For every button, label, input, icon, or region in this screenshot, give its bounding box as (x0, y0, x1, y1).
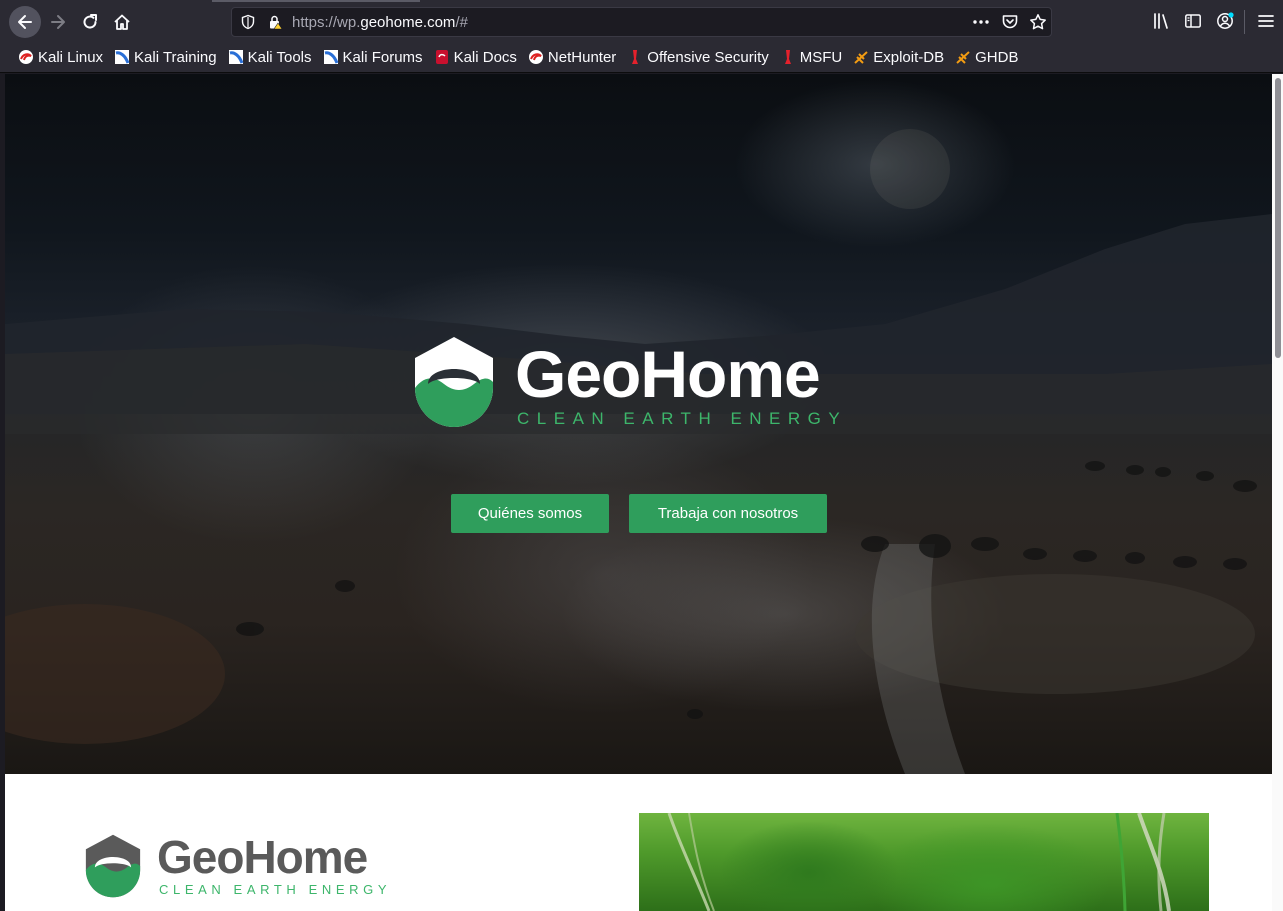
kali-docs-icon (435, 50, 448, 64)
bookmark-kali-tools[interactable]: Kali Tools (224, 45, 316, 69)
pocket-icon[interactable] (1001, 13, 1019, 31)
browser-toolbar: https://wp.geohome.com/# (0, 0, 1283, 42)
hero-tagline: CLEAN EARTH ENERGY (517, 409, 848, 428)
bookmark-nethunter[interactable]: NetHunter (524, 45, 620, 69)
hero-brand-name: GeoHome (515, 337, 821, 411)
url-scheme: https://wp. (292, 14, 361, 31)
page-actions-more-icon[interactable] (972, 14, 990, 30)
back-button[interactable] (9, 6, 41, 38)
tracking-shield-icon[interactable] (240, 14, 256, 30)
section-tagline: CLEAN EARTH ENERGY (159, 882, 392, 897)
page-scrollbar[interactable] (1272, 74, 1283, 911)
bookmark-offensive-security[interactable]: Offensive Security (623, 45, 772, 69)
bookmark-label: Kali Training (134, 48, 217, 66)
nature-photo (639, 813, 1209, 911)
sidebar-icon[interactable] (1184, 12, 1202, 30)
url-host: geohome.com (360, 14, 456, 31)
bookmark-label: GHDB (975, 48, 1019, 66)
url-bar[interactable]: https://wp.geohome.com/# (231, 7, 1052, 37)
bookmark-label: Offensive Security (647, 48, 769, 66)
active-tab-indicator (212, 0, 420, 2)
bookmark-label: Kali Docs (453, 48, 517, 66)
bookmark-exploit-db[interactable]: Exploit-DB (849, 45, 948, 69)
bookmark-label: Kali Tools (247, 48, 312, 66)
arrow-left-icon (18, 15, 32, 29)
kali-tools-icon (228, 50, 243, 64)
kali-dragon-icon (528, 50, 543, 64)
kali-forums-icon (323, 50, 338, 64)
geohome-house-icon (85, 834, 141, 898)
section-brand-name: GeoHome (157, 831, 368, 883)
bookmark-kali-linux[interactable]: Kali Linux (14, 45, 107, 69)
reload-button[interactable] (74, 6, 106, 38)
hero-logo: GeoHome CLEAN EARTH ENERGY (414, 336, 864, 431)
bookmark-msfu[interactable]: MSFU (776, 45, 847, 69)
account-icon[interactable] (1216, 12, 1234, 30)
geohome-house-icon (415, 337, 493, 427)
bookmark-kali-training[interactable]: Kali Training (110, 45, 221, 69)
arrow-right-icon (51, 15, 65, 29)
bookmark-star-icon[interactable] (1029, 13, 1047, 31)
exploit-db-icon (956, 51, 970, 64)
hamburger-menu-icon[interactable] (1257, 12, 1275, 30)
toolbar-separator (1244, 10, 1245, 34)
bookmark-ghdb[interactable]: GHDB (951, 45, 1022, 69)
insecure-lock-icon[interactable] (267, 14, 283, 30)
hero-section: GeoHome CLEAN EARTH ENERGY Quiénes somos… (5, 74, 1272, 774)
bookmark-label: NetHunter (547, 48, 617, 66)
home-button[interactable] (106, 6, 138, 38)
bookmark-label: Kali Forums (342, 48, 423, 66)
about-section: GeoHome CLEAN EARTH ENERGY (5, 774, 1272, 911)
url-path: /# (455, 14, 468, 31)
offsec-icon (784, 50, 791, 64)
forward-button[interactable] (42, 6, 74, 38)
about-us-button[interactable]: Quiénes somos (451, 494, 609, 533)
kali-training-icon (115, 50, 130, 64)
url-text[interactable]: https://wp.geohome.com/# (292, 14, 468, 31)
reload-icon (83, 14, 97, 29)
scrollbar-thumb[interactable] (1275, 78, 1281, 358)
bookmarks-toolbar: Kali Linux Kali Training Kali Tools Kali… (0, 42, 1283, 73)
work-with-us-button[interactable]: Trabaja con nosotros (629, 494, 827, 533)
bookmark-label: Kali Linux (38, 48, 104, 66)
bookmark-kali-forums[interactable]: Kali Forums (319, 45, 427, 69)
kali-dragon-icon (19, 50, 33, 64)
library-icon[interactable] (1152, 12, 1170, 30)
grass-blades-illustration (667, 813, 1171, 911)
page-viewport: GeoHome CLEAN EARTH ENERGY Quiénes somos… (5, 74, 1272, 911)
offsec-icon (632, 50, 639, 64)
bookmark-kali-docs[interactable]: Kali Docs (430, 45, 521, 69)
section-logo: GeoHome CLEAN EARTH ENERGY (85, 831, 405, 904)
exploit-db-icon (854, 51, 868, 64)
home-icon (114, 14, 130, 30)
bookmark-label: Exploit-DB (873, 48, 945, 66)
bookmark-label: MSFU (799, 48, 843, 66)
